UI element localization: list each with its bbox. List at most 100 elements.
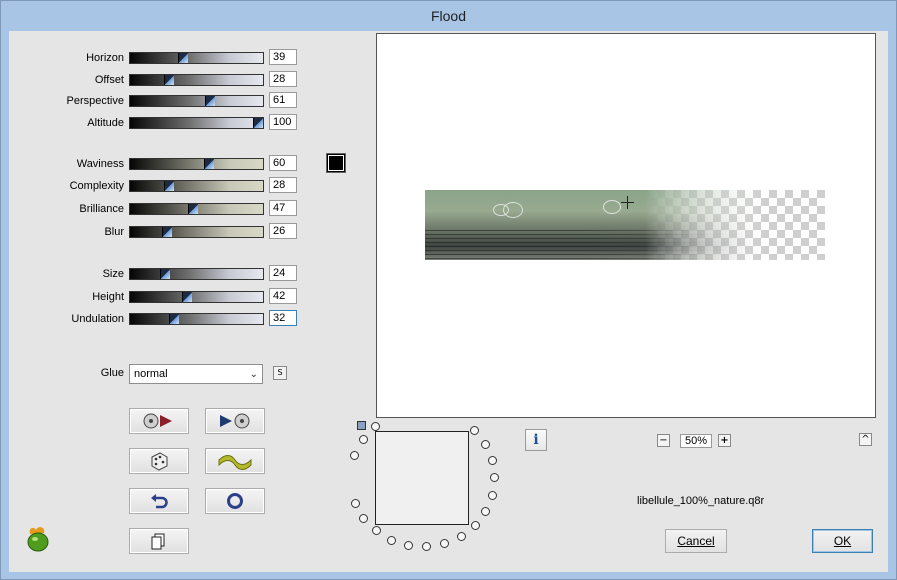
slider-thumb[interactable]: [204, 159, 214, 169]
copy-button[interactable]: [129, 528, 189, 554]
dial-dot[interactable]: [487, 456, 497, 466]
slider-thumb[interactable]: [169, 314, 179, 324]
slider-thumb[interactable]: [253, 118, 263, 128]
app-logo-icon: [27, 527, 49, 552]
dial-dot[interactable]: [371, 526, 381, 536]
value-field-height[interactable]: 42: [269, 288, 297, 304]
slider-thumb[interactable]: [205, 96, 215, 106]
value-field-horizon[interactable]: 39: [269, 49, 297, 65]
glue-s-button[interactable]: S: [273, 366, 287, 380]
ok-label: OK: [833, 534, 852, 548]
info-button[interactable]: i: [525, 429, 547, 451]
slider-thumb[interactable]: [164, 75, 174, 85]
slider-undulation[interactable]: [129, 313, 264, 325]
dialog-client: Horizon 39 Offset 28 Perspective 61 Altitude 10…: [9, 31, 888, 572]
slider-label: Blur: [104, 226, 124, 238]
dial-dot[interactable]: [358, 435, 368, 445]
slider-row-height: Height: [9, 289, 124, 307]
wave-button[interactable]: [205, 448, 265, 474]
value-field-brilliance[interactable]: 47: [269, 200, 297, 216]
slider-complexity[interactable]: [129, 180, 264, 192]
slider-thumb[interactable]: [178, 53, 188, 63]
dial-dot[interactable]: [480, 440, 490, 450]
cancel-button[interactable]: Cancel: [665, 529, 727, 553]
slider-row-brilliance: Brilliance: [9, 201, 124, 219]
dial-dot[interactable]: [489, 473, 499, 483]
dial-dot[interactable]: [404, 541, 414, 551]
dial-dot[interactable]: [350, 450, 360, 460]
value-field-undulation[interactable]: 32: [269, 310, 297, 326]
crosshair-icon[interactable]: [621, 196, 634, 209]
slider-label: Offset: [94, 74, 124, 86]
value-field-perspective[interactable]: 61: [269, 92, 297, 108]
slider-row-complexity: Complexity: [9, 178, 124, 196]
collapse-button[interactable]: ^: [859, 433, 872, 446]
info-icon: i: [533, 432, 539, 448]
chevron-down-icon: ⌄: [249, 369, 258, 380]
load-preset-button[interactable]: [129, 408, 189, 434]
slider-label: Undulation: [71, 313, 124, 325]
slider-row-horizon: Horizon: [9, 50, 124, 68]
value-field-offset[interactable]: 28: [269, 71, 297, 87]
undo-icon: [151, 494, 168, 509]
window-title: Flood: [430, 8, 467, 24]
slider-row-undulation: Undulation: [9, 311, 124, 329]
cancel-label: Cancel: [677, 534, 715, 548]
dial-dot[interactable]: [387, 535, 396, 545]
wave-icon: [218, 455, 252, 470]
dial-dot[interactable]: [470, 520, 480, 530]
slider-horizon[interactable]: [129, 52, 264, 64]
title-bar: Flood: [1, 1, 896, 31]
slider-row-blur: Blur: [9, 224, 124, 242]
color-swatch[interactable]: [326, 153, 346, 173]
slider-waviness[interactable]: [129, 158, 264, 170]
zoom-in-button[interactable]: +: [718, 434, 731, 447]
value-field-size[interactable]: 24: [269, 265, 297, 281]
copy-icon: [151, 533, 165, 550]
slider-thumb[interactable]: [160, 269, 170, 279]
slider-size[interactable]: [129, 268, 264, 280]
slider-offset[interactable]: [129, 74, 264, 86]
zoom-level: 50%: [680, 434, 712, 448]
reset-button[interactable]: [205, 488, 265, 514]
value-field-blur[interactable]: 26: [269, 223, 297, 239]
slider-row-waviness: Waviness: [9, 156, 124, 174]
dial-dot[interactable]: [456, 531, 466, 541]
preview-canvas[interactable]: [376, 33, 876, 418]
slider-altitude[interactable]: [129, 117, 264, 129]
origin-handle[interactable]: [357, 421, 366, 430]
save-preset-button[interactable]: [205, 408, 265, 434]
glue-select[interactable]: normal ⌄: [129, 364, 263, 384]
slider-brilliance[interactable]: [129, 203, 264, 215]
slider-label: Waviness: [76, 158, 124, 170]
slider-label: Altitude: [87, 117, 124, 129]
dial-dot[interactable]: [469, 426, 479, 436]
slider-perspective[interactable]: [129, 95, 264, 107]
undo-button[interactable]: [129, 488, 189, 514]
dial-dot[interactable]: [487, 490, 497, 500]
slider-label: Height: [92, 291, 124, 303]
dial-dot[interactable]: [359, 513, 369, 523]
dial-dot[interactable]: [350, 498, 360, 508]
random-button[interactable]: [129, 448, 189, 474]
slider-thumb[interactable]: [188, 204, 198, 214]
glue-row: Glue: [69, 365, 124, 383]
slider-label: Perspective: [66, 95, 124, 107]
thumbnail-navigator[interactable]: [375, 431, 469, 525]
slider-row-altitude: Altitude: [9, 115, 124, 133]
slider-thumb[interactable]: [182, 292, 192, 302]
slider-blur[interactable]: [129, 226, 264, 238]
dial-dot[interactable]: [481, 506, 491, 516]
slider-thumb[interactable]: [164, 181, 174, 191]
zoom-out-button[interactable]: −: [657, 434, 670, 447]
slider-height[interactable]: [129, 291, 264, 303]
slider-label: Brilliance: [79, 203, 124, 215]
dial-dot[interactable]: [422, 542, 432, 552]
value-field-waviness[interactable]: 60: [269, 155, 297, 171]
value-field-altitude[interactable]: 100: [269, 114, 297, 130]
slider-thumb[interactable]: [162, 227, 172, 237]
glue-label: Glue: [100, 367, 124, 379]
value-field-complexity[interactable]: 28: [269, 177, 297, 193]
ok-button[interactable]: OK: [812, 529, 873, 553]
dial-dot[interactable]: [440, 539, 450, 549]
